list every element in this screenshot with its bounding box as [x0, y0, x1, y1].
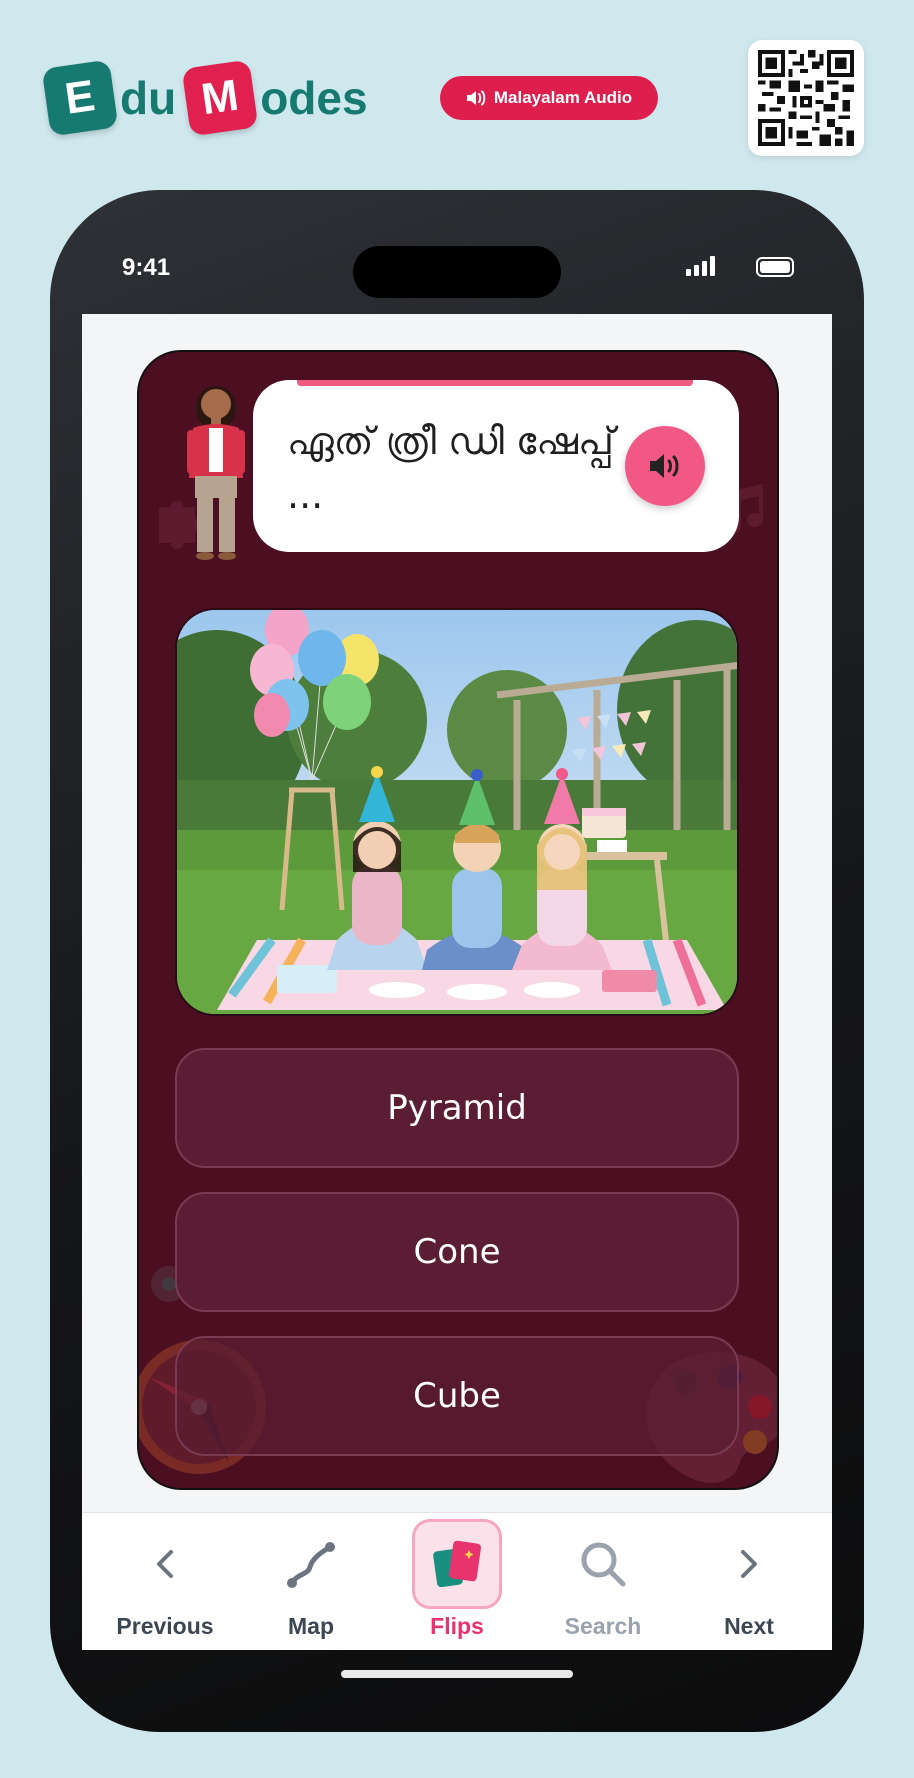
- status-time: 9:41: [122, 254, 171, 281]
- option-label: Cube: [413, 1376, 501, 1416]
- flip-cards-icon: [433, 1540, 481, 1588]
- search-icon: [581, 1542, 626, 1587]
- audio-button-label: Malayalam Audio: [493, 88, 633, 107]
- nav-label: Search: [564, 1613, 642, 1639]
- battery-icon: [756, 257, 794, 277]
- logo-text-odes: odes: [260, 72, 368, 124]
- nav-flips[interactable]: Flips: [392, 1513, 522, 1650]
- chevron-right-icon: [741, 1550, 757, 1578]
- dynamic-island: [353, 246, 561, 298]
- option-pyramid[interactable]: Pyramid: [175, 1048, 739, 1168]
- nav-next[interactable]: Next: [684, 1513, 814, 1650]
- option-label: Cone: [413, 1232, 501, 1272]
- logo-tile-m: M: [181, 59, 259, 137]
- option-cube[interactable]: Cube: [175, 1336, 739, 1456]
- logo-tile-e: E: [41, 59, 119, 137]
- logo-text-du: du: [120, 72, 177, 124]
- party-image: [175, 608, 739, 1016]
- teacher-avatar: [187, 386, 245, 560]
- question-text: ഏത് ത്രീ ഡി ഷേപ്പ് ...: [287, 419, 614, 517]
- nav-label: Previous: [116, 1613, 214, 1639]
- option-cone[interactable]: Cone: [175, 1192, 739, 1312]
- edumodes-logo: E du M odes: [41, 59, 374, 137]
- app-screen: ഏത് ത്രീ ഡി ഷേപ്പ് ... Pyramid Cone Cube…: [82, 314, 832, 1650]
- home-indicator[interactable]: [341, 1670, 573, 1678]
- nav-label: Flips: [430, 1613, 484, 1639]
- nav-label: Map: [288, 1613, 334, 1639]
- birthday-party-illustration: [177, 610, 737, 1014]
- qr-code-icon: [758, 50, 854, 146]
- play-question-audio-button[interactable]: [625, 426, 705, 506]
- qr-code[interactable]: [748, 40, 864, 156]
- question-card: ഏത് ത്രീ ഡി ഷേപ്പ് ... Pyramid Cone Cube: [137, 350, 779, 1490]
- nav-previous[interactable]: Previous: [100, 1513, 230, 1650]
- question-bubble: ഏത് ത്രീ ഡി ഷേപ്പ് ...: [253, 380, 739, 552]
- malayalam-audio-button[interactable]: Malayalam Audio: [440, 76, 658, 120]
- signal-icon: [686, 256, 715, 276]
- chevron-left-icon: [157, 1550, 173, 1578]
- option-label: Pyramid: [387, 1088, 527, 1128]
- nav-search[interactable]: Search: [538, 1513, 668, 1650]
- nav-label: Next: [724, 1613, 774, 1639]
- phone-frame: 9:41 ഏത് ത്രീ ഡി ഷേപ്പ് ... Pyramid Cone…: [50, 190, 864, 1732]
- nav-map[interactable]: Map: [246, 1513, 376, 1650]
- speaker-icon: [650, 454, 679, 478]
- bottom-nav: Previous Map Flips Search Next: [82, 1512, 832, 1650]
- map-path-icon: [287, 1542, 335, 1588]
- speaker-icon: [466, 90, 486, 106]
- progress-bar: [297, 380, 693, 386]
